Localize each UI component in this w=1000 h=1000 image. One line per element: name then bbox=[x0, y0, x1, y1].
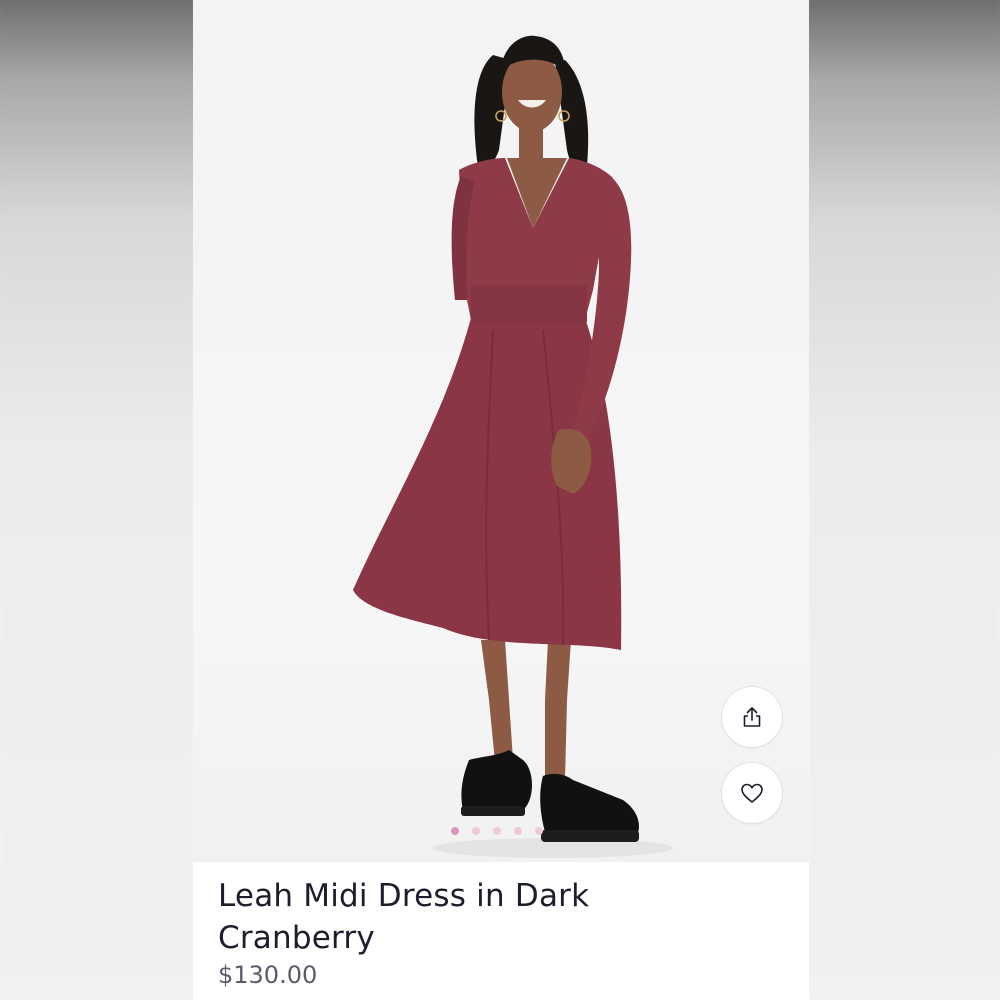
carousel-dot[interactable] bbox=[451, 827, 459, 835]
share-icon bbox=[743, 707, 761, 727]
image-carousel-dots bbox=[451, 827, 543, 835]
blurred-background-left bbox=[0, 0, 193, 1000]
carousel-dot[interactable] bbox=[535, 827, 543, 835]
product-price: $130.00 bbox=[218, 961, 318, 989]
carousel-dot[interactable] bbox=[514, 827, 522, 835]
product-image[interactable] bbox=[193, 0, 809, 862]
carousel-dot[interactable] bbox=[472, 827, 480, 835]
carousel-dot[interactable] bbox=[493, 827, 501, 835]
heart-icon bbox=[741, 783, 763, 803]
product-title: Leah Midi Dress in Dark Cranberry bbox=[218, 878, 590, 956]
model-photo bbox=[353, 35, 673, 858]
blurred-background-right bbox=[809, 0, 1000, 1000]
product-card: Leah Midi Dress in Dark Cranberry $130.0… bbox=[193, 0, 809, 1000]
favorite-button[interactable] bbox=[721, 762, 783, 824]
product-info: Leah Midi Dress in Dark Cranberry $130.0… bbox=[193, 862, 809, 1000]
share-button[interactable] bbox=[721, 686, 783, 748]
